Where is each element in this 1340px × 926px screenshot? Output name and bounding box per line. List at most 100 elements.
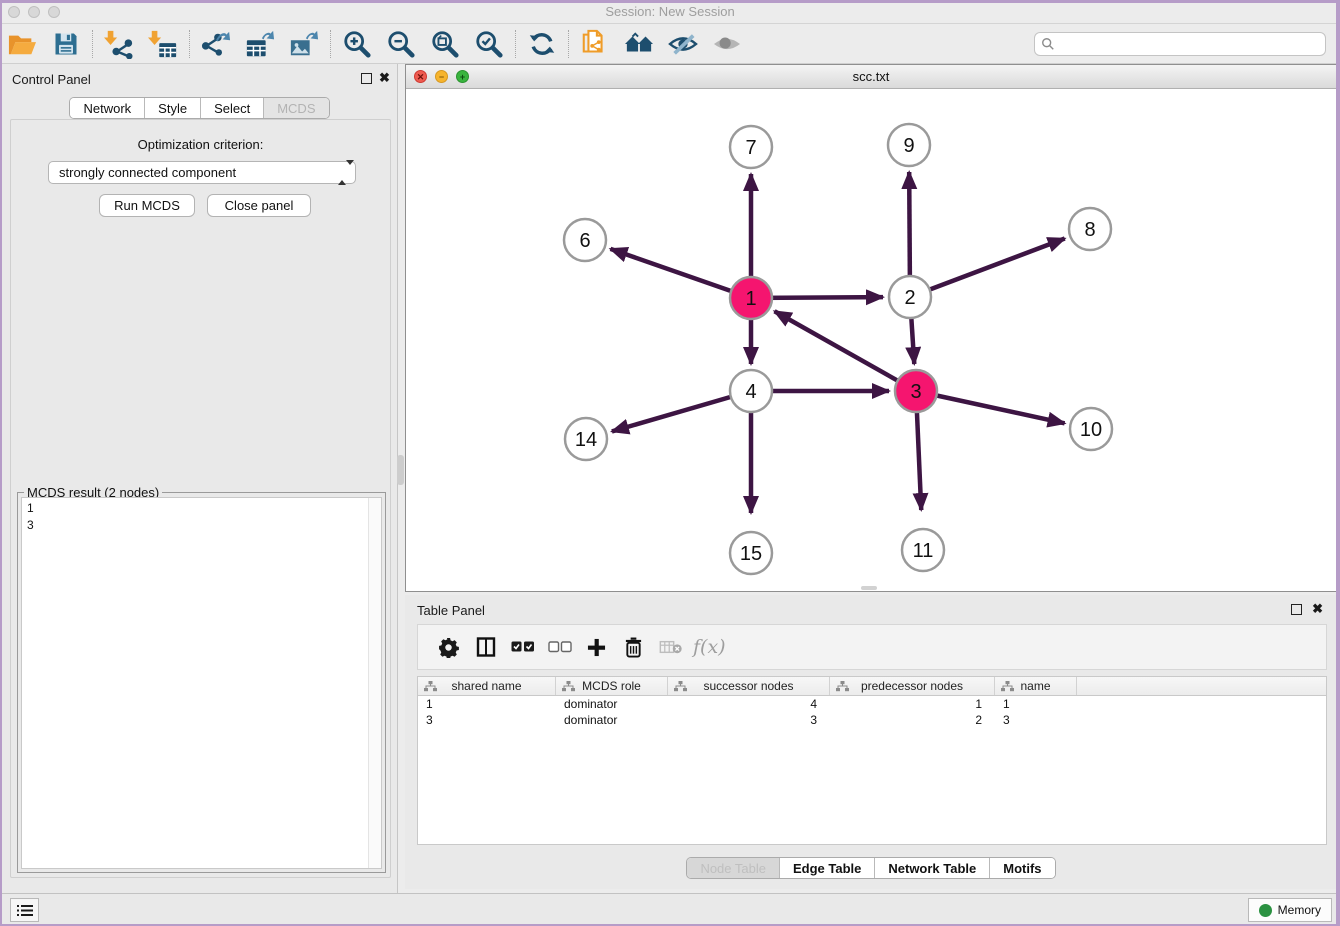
edge-3-10[interactable]	[916, 391, 1065, 423]
table-panel-title: Table Panel	[417, 603, 485, 618]
memory-label: Memory	[1278, 903, 1321, 917]
table-cell[interactable]: dominator	[556, 712, 668, 728]
table-cell[interactable]: 3	[668, 712, 830, 728]
save-icon[interactable]	[49, 27, 83, 61]
open-folder-icon[interactable]	[5, 27, 39, 61]
column-header-successor-nodes[interactable]: successor nodes	[668, 677, 830, 695]
search-input[interactable]	[1055, 34, 1325, 54]
tree-icon	[1001, 681, 1014, 692]
tab-style[interactable]: Style	[145, 98, 201, 118]
import-network-icon[interactable]	[102, 27, 136, 61]
result-scrollbar[interactable]	[368, 498, 381, 868]
toolbar-separator	[515, 30, 516, 58]
select-all-rows-icon[interactable]	[504, 630, 541, 664]
mcds-result-text[interactable]: 1 3	[21, 497, 382, 869]
table-cell[interactable]: 4	[668, 696, 830, 712]
desktop-edge	[1336, 0, 1340, 926]
table-cell[interactable]: 1	[418, 696, 556, 712]
float-panel-icon[interactable]	[361, 73, 372, 84]
app-titlebar: Session: New Session	[0, 0, 1340, 24]
node-label-1: 1	[745, 288, 756, 310]
first-neighbors-icon[interactable]	[578, 27, 612, 61]
table-header-row[interactable]: shared nameMCDS rolesuccessor nodesprede…	[418, 677, 1326, 696]
home-icon[interactable]	[622, 27, 656, 61]
table-cell[interactable]: 3	[418, 712, 556, 728]
table-cell[interactable]: 1	[830, 696, 995, 712]
control-panel-tabs: NetworkStyleSelectMCDS	[2, 97, 397, 119]
node-label-10: 10	[1080, 419, 1102, 441]
memory-status-icon	[1259, 904, 1272, 917]
tab-motifs[interactable]: Motifs	[990, 858, 1054, 878]
edge-3-1[interactable]	[775, 311, 916, 391]
network-window-titlebar[interactable]: ✕ − + scc.txt	[406, 65, 1336, 89]
log-console-button[interactable]	[10, 898, 39, 922]
table-row[interactable]: 1dominator411	[418, 696, 1326, 712]
node-table[interactable]: shared nameMCDS rolesuccessor nodesprede…	[417, 676, 1327, 845]
mcds-result-box: MCDS result (2 nodes) 1 3	[17, 492, 386, 873]
status-bar: Memory	[0, 893, 1340, 926]
tab-edge-table[interactable]: Edge Table	[780, 858, 875, 878]
column-header-shared-name[interactable]: shared name	[418, 677, 556, 695]
column-header-predecessor-nodes[interactable]: predecessor nodes	[830, 677, 995, 695]
table-cell[interactable]: dominator	[556, 696, 668, 712]
float-table-panel-icon[interactable]	[1291, 604, 1302, 615]
panel-splitter-handle[interactable]	[397, 455, 404, 485]
canvas-resize-handle[interactable]	[861, 586, 877, 590]
node-label-7: 7	[745, 137, 756, 159]
tree-icon	[836, 681, 849, 692]
column-header-MCDS-role[interactable]: MCDS role	[556, 677, 668, 695]
node-label-2: 2	[904, 287, 915, 309]
node-label-11: 11	[913, 540, 934, 562]
node-label-9: 9	[903, 135, 914, 157]
table-tabs: Node TableEdge TableNetwork TableMotifs	[405, 857, 1337, 879]
hide-selected-eye-icon[interactable]	[666, 27, 700, 61]
tab-network-table[interactable]: Network Table	[875, 858, 990, 878]
node-label-4: 4	[745, 381, 756, 403]
table-settings-gear-icon[interactable]	[430, 630, 467, 664]
node-label-15: 15	[740, 543, 762, 565]
memory-button[interactable]: Memory	[1248, 898, 1332, 922]
tab-node-table[interactable]: Node Table	[687, 858, 780, 878]
tree-icon	[562, 681, 575, 692]
list-icon	[17, 904, 33, 917]
window-title: Session: New Session	[0, 4, 1340, 19]
tab-select[interactable]: Select	[201, 98, 264, 118]
mcds-panel: Optimization criterion: strongly connect…	[10, 119, 391, 878]
column-header-name[interactable]: name	[995, 677, 1077, 695]
show-all-eye-icon[interactable]	[710, 27, 744, 61]
export-image-icon[interactable]	[287, 27, 321, 61]
tab-network[interactable]: Network	[70, 98, 145, 118]
main-toolbar	[0, 24, 1340, 64]
export-network-icon[interactable]	[199, 27, 233, 61]
table-row[interactable]: 3dominator323	[418, 712, 1326, 728]
table-cell[interactable]: 1	[995, 696, 1077, 712]
tab-mcds[interactable]: MCDS	[264, 98, 328, 118]
criterion-dropdown[interactable]: strongly connected component	[48, 161, 356, 184]
add-column-icon[interactable]	[578, 630, 615, 664]
edge-2-8[interactable]	[910, 239, 1065, 297]
close-panel-button[interactable]: Close panel	[207, 194, 311, 217]
close-panel-icon[interactable]: ✖	[379, 70, 390, 86]
search-field[interactable]	[1034, 32, 1326, 56]
split-columns-icon[interactable]	[467, 630, 504, 664]
close-table-panel-icon[interactable]: ✖	[1312, 601, 1323, 617]
network-canvas[interactable]: 7968124314101511	[406, 89, 1336, 591]
tree-icon	[674, 681, 687, 692]
node-label-8: 8	[1084, 219, 1095, 241]
zoom-in-icon[interactable]	[340, 27, 374, 61]
node-label-14: 14	[575, 429, 597, 451]
edge-1-6[interactable]	[610, 249, 751, 298]
desktop-edge	[0, 0, 1340, 3]
table-cell[interactable]: 2	[830, 712, 995, 728]
table-cell[interactable]: 3	[995, 712, 1077, 728]
zoom-out-icon[interactable]	[384, 27, 418, 61]
export-table-icon[interactable]	[243, 27, 277, 61]
deselect-all-rows-icon[interactable]	[541, 630, 578, 664]
run-mcds-button[interactable]: Run MCDS	[99, 194, 195, 217]
zoom-fit-icon[interactable]	[428, 27, 462, 61]
delete-column-trash-icon[interactable]	[615, 630, 652, 664]
refresh-icon[interactable]	[525, 27, 559, 61]
network-window-title: scc.txt	[406, 69, 1336, 84]
zoom-selected-icon[interactable]	[472, 27, 506, 61]
import-table-icon[interactable]	[146, 27, 180, 61]
